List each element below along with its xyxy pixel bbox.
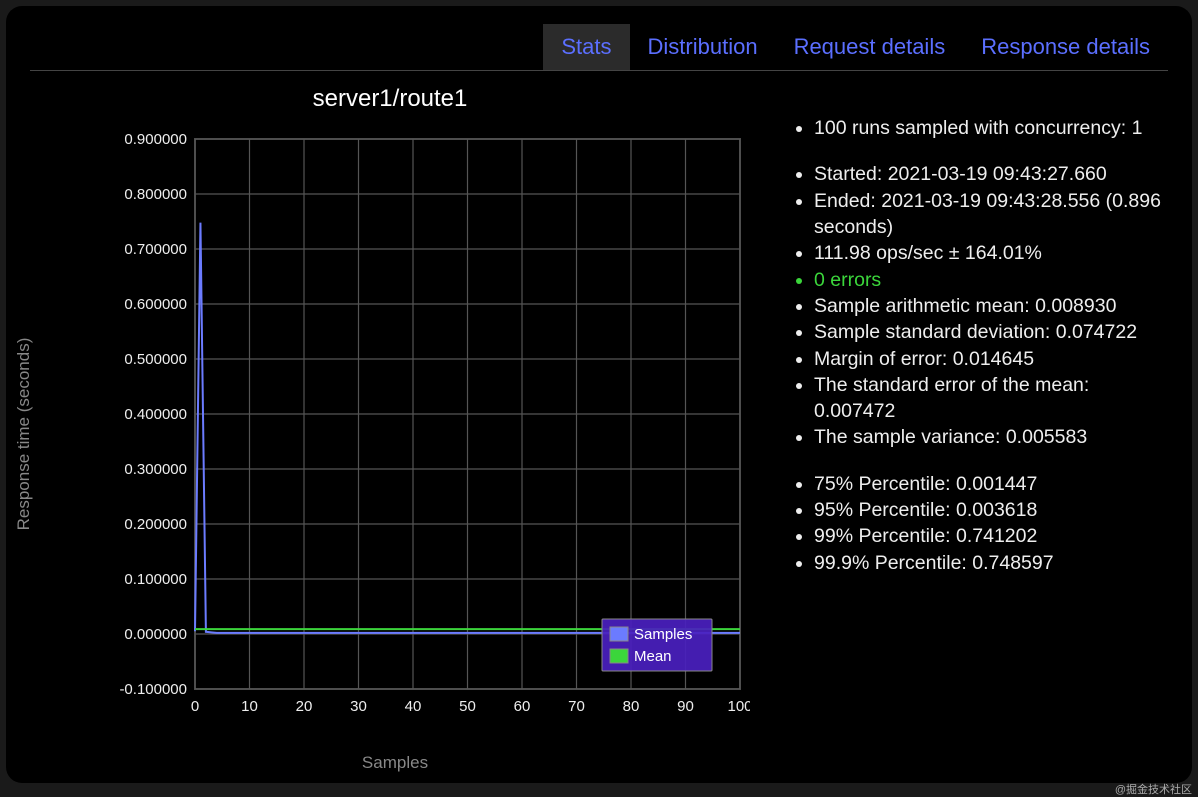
y-axis-label: Response time (seconds) [14, 338, 34, 531]
svg-text:10: 10 [241, 698, 258, 715]
tab-stats[interactable]: Stats [543, 24, 629, 70]
stat-sem: The standard error of the mean: 0.007472 [814, 372, 1168, 425]
stat-ops: 111.98 ops/sec ± 164.01% [814, 240, 1168, 266]
main-panel: Stats Distribution Request details Respo… [6, 6, 1192, 783]
stat-p999: 99.9% Percentile: 0.748597 [814, 550, 1168, 576]
svg-text:20: 20 [296, 698, 313, 715]
svg-text:0.300000: 0.300000 [124, 461, 187, 478]
svg-text:0.000000: 0.000000 [124, 626, 187, 643]
svg-text:0: 0 [191, 698, 199, 715]
svg-text:30: 30 [350, 698, 367, 715]
line-chart: -0.100000 0.000000 0.100000 0.200000 0.30000… [40, 129, 750, 739]
stat-errors: 0 errors [814, 267, 1168, 293]
svg-text:0.400000: 0.400000 [124, 406, 187, 423]
svg-text:50: 50 [459, 698, 476, 715]
spacer [814, 451, 1168, 471]
svg-text:0.700000: 0.700000 [124, 241, 187, 258]
stat-mean: Sample arithmetic mean: 0.008930 [814, 293, 1168, 319]
stat-moe: Margin of error: 0.014645 [814, 346, 1168, 372]
tab-distribution[interactable]: Distribution [630, 24, 776, 70]
stat-stddev: Sample standard deviation: 0.074722 [814, 319, 1168, 345]
legend-samples-label: Samples [634, 626, 692, 643]
grid [195, 139, 740, 689]
tab-response-details[interactable]: Response details [963, 24, 1168, 70]
chart-title: server1/route1 [30, 85, 750, 113]
stat-variance: The sample variance: 0.005583 [814, 424, 1168, 450]
tab-bar: Stats Distribution Request details Respo… [30, 24, 1168, 71]
svg-text:40: 40 [405, 698, 422, 715]
watermark: @掘金技术社区 [1115, 781, 1192, 797]
svg-text:60: 60 [514, 698, 531, 715]
svg-text:0.800000: 0.800000 [124, 186, 187, 203]
svg-text:-0.100000: -0.100000 [119, 681, 187, 698]
content-row: server1/route1 Response time (seconds) -… [30, 79, 1168, 764]
stat-p99: 99% Percentile: 0.741202 [814, 523, 1168, 549]
chart-area: server1/route1 Response time (seconds) -… [30, 79, 750, 764]
svg-text:100: 100 [727, 698, 750, 715]
stat-runs: 100 runs sampled with concurrency: 1 [814, 115, 1168, 141]
spacer [814, 141, 1168, 161]
svg-text:0.200000: 0.200000 [124, 516, 187, 533]
svg-text:90: 90 [677, 698, 694, 715]
x-axis-label: Samples [362, 753, 428, 773]
plot-holder: Response time (seconds) -0.1000000.00000… [40, 129, 750, 739]
stat-started: Started: 2021-03-19 09:43:27.660 [814, 161, 1168, 187]
stat-ended: Ended: 2021-03-19 09:43:28.556 (0.896 se… [814, 188, 1168, 241]
legend-mean-label: Mean [634, 648, 672, 665]
stat-p75: 75% Percentile: 0.001447 [814, 471, 1168, 497]
stat-p95: 95% Percentile: 0.003618 [814, 497, 1168, 523]
svg-text:0.900000: 0.900000 [124, 131, 187, 148]
stats-list: 100 runs sampled with concurrency: 1 Sta… [750, 79, 1168, 576]
svg-text:70: 70 [568, 698, 585, 715]
svg-text:0.100000: 0.100000 [124, 571, 187, 588]
svg-text:0.600000: 0.600000 [124, 296, 187, 313]
tab-request-details[interactable]: Request details [776, 24, 964, 70]
svg-text:80: 80 [623, 698, 640, 715]
y-ticks: -0.100000 0.000000 0.100000 0.200000 0.30000… [119, 131, 187, 698]
svg-text:0.500000: 0.500000 [124, 351, 187, 368]
x-ticks: 0 10 20 30 40 50 60 70 80 90 100 [191, 698, 750, 715]
legend: Samples Mean [602, 619, 712, 671]
